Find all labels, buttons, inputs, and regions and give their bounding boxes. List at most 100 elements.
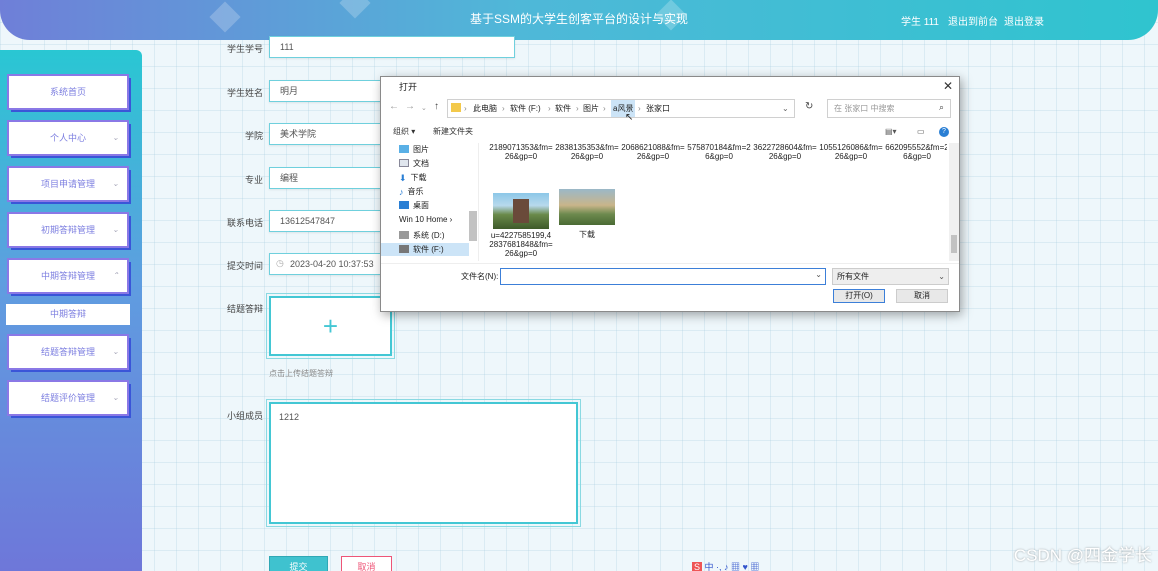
tree-item-label: 软件 (F:) bbox=[413, 245, 444, 254]
plus-icon: + bbox=[322, 311, 339, 341]
back-to-front-link[interactable]: 退出到前台 bbox=[948, 13, 998, 28]
chevron-right-icon: › bbox=[548, 104, 551, 113]
path-segment[interactable]: 图片 bbox=[583, 100, 599, 117]
drive-icon bbox=[399, 231, 409, 239]
organize-button[interactable]: 组织 ▾ bbox=[393, 123, 415, 141]
submit-time-value: 2023-04-20 10:37:53 bbox=[290, 259, 374, 269]
search-input[interactable]: 在 张家口 中搜索 bbox=[827, 99, 951, 118]
file-item[interactable]: 下载 bbox=[555, 230, 619, 239]
sidebar-item-home[interactable]: 系统首页 bbox=[7, 74, 129, 110]
sidebar-item-final-defense[interactable]: 结题答辩管理 ⌄ bbox=[7, 334, 129, 370]
chevron-down-icon[interactable]: ⌄ bbox=[782, 100, 789, 117]
file-list-scrollbar[interactable] bbox=[949, 143, 959, 261]
chevron-right-icon: › bbox=[638, 104, 641, 113]
tree-item-label: Win 10 Home › bbox=[399, 215, 453, 224]
pictures-icon bbox=[399, 145, 409, 153]
tree-item-drive-f[interactable]: 软件 (F:) bbox=[381, 243, 469, 256]
download-icon: ⬇ bbox=[399, 173, 407, 183]
filename-input[interactable]: ⌄ bbox=[500, 268, 826, 285]
cancel-button[interactable]: 取消 bbox=[341, 556, 392, 571]
path-segment[interactable]: 此电脑 bbox=[473, 100, 497, 117]
close-icon[interactable]: ✕ bbox=[943, 79, 953, 93]
student-no-label: 学生学号 bbox=[226, 44, 263, 54]
file-open-dialog: 打开 ✕ ← → ⌄ ↑ › 此电脑 › 软件 (F:) › 软件 › 图片 ›… bbox=[380, 76, 960, 312]
tree-item-label: 下载 bbox=[410, 173, 427, 182]
chevron-right-icon: › bbox=[464, 104, 467, 113]
file-list: 2189071353&fm=26&gp=0 2838135353&fm=26&g… bbox=[481, 143, 947, 261]
chevron-right-icon: › bbox=[576, 104, 579, 113]
sidebar-item-initial-defense[interactable]: 初期答辩管理 ⌄ bbox=[7, 212, 129, 248]
sidebar-item-label: 系统首页 bbox=[49, 87, 86, 97]
path-segment[interactable]: 软件 (F:) bbox=[510, 100, 541, 117]
back-icon[interactable]: ← bbox=[389, 101, 399, 112]
file-item[interactable]: 2068621088&fm=26&gp=0 bbox=[621, 143, 685, 161]
sidebar-item-label: 项目申请管理 bbox=[40, 179, 95, 189]
path-segment[interactable]: 张家口 bbox=[646, 100, 670, 117]
file-item[interactable]: 2838135353&fm=26&gp=0 bbox=[555, 143, 619, 161]
preview-pane-icon[interactable]: ▭ bbox=[917, 123, 925, 141]
file-item[interactable]: 662095552&fm=26&gp=0 bbox=[885, 143, 947, 161]
filetype-value: 所有文件 bbox=[837, 272, 869, 281]
tree-item-documents[interactable]: 文档 bbox=[399, 157, 429, 170]
file-item[interactable]: 3622728604&fm=26&gp=0 bbox=[753, 143, 817, 161]
chevron-down-icon[interactable]: ⌄ bbox=[421, 104, 427, 112]
tree-item-pictures[interactable]: 图片 bbox=[399, 143, 429, 156]
temple-shape bbox=[513, 199, 529, 223]
forward-icon[interactable]: → bbox=[405, 101, 415, 112]
address-bar[interactable]: › 此电脑 › 软件 (F:) › 软件 › 图片 › a风景 › 张家口 ⌄ bbox=[447, 99, 795, 118]
members-textarea[interactable]: 1212 bbox=[266, 399, 581, 527]
tree-item-label: 桌面 bbox=[413, 201, 429, 210]
open-button[interactable]: 打开(O) bbox=[833, 289, 885, 303]
refresh-icon[interactable]: ↻ bbox=[805, 101, 813, 112]
search-icon: ⌕ bbox=[939, 102, 945, 112]
submit-button[interactable]: 提交 bbox=[269, 556, 328, 571]
chevron-down-icon[interactable]: ⌄ bbox=[815, 270, 822, 279]
tree-item-music[interactable]: ♪ 音乐 bbox=[399, 185, 424, 198]
filetype-select[interactable]: 所有文件 ⌄ bbox=[832, 268, 949, 285]
tree-item-label: 音乐 bbox=[407, 187, 424, 196]
dialog-cancel-button[interactable]: 取消 bbox=[896, 289, 948, 303]
dialog-title: 打开 bbox=[381, 77, 959, 97]
sidebar-item-midterm-defense[interactable]: 中期答辩管理 ⌃ bbox=[7, 258, 129, 294]
folder-icon bbox=[451, 103, 461, 112]
new-folder-button[interactable]: 新建文件夹 bbox=[433, 123, 473, 141]
student-name-label: 学生姓名 bbox=[226, 88, 263, 98]
chevron-down-icon: ⌄ bbox=[112, 347, 119, 356]
sidebar-item-label: 初期答辩管理 bbox=[40, 225, 95, 235]
drive-icon bbox=[399, 245, 409, 253]
chevron-down-icon: ⌄ bbox=[938, 272, 945, 281]
sidebar-item-profile[interactable]: 个人中心 ⌄ bbox=[7, 120, 129, 156]
filename-label: 文件名(N): bbox=[461, 272, 499, 281]
sidebar-item-label: 结题答辩管理 bbox=[40, 347, 95, 357]
view-icon[interactable]: ▤▾ bbox=[885, 123, 897, 141]
file-item[interactable]: u=4227585199,42837681848&fm=26&gp=0 bbox=[489, 231, 553, 258]
image-thumbnail[interactable] bbox=[493, 193, 549, 229]
phone-label: 联系电话 bbox=[226, 218, 263, 228]
student-no-field[interactable]: 111 bbox=[269, 36, 515, 58]
tree-item-desktop[interactable]: 桌面 bbox=[399, 199, 429, 212]
sidebar-item-final-evaluation[interactable]: 结题评价管理 ⌄ bbox=[7, 380, 129, 416]
tree-item-downloads[interactable]: ⬇ 下载 bbox=[399, 171, 427, 184]
up-icon[interactable]: ↑ bbox=[434, 101, 439, 112]
logout-link[interactable]: 退出登录 bbox=[1004, 13, 1044, 28]
college-label: 学院 bbox=[244, 131, 263, 141]
document-icon bbox=[399, 159, 409, 167]
path-segment[interactable]: 软件 bbox=[555, 100, 571, 117]
tree-item-drive-d[interactable]: 系统 (D:) bbox=[399, 229, 445, 242]
sidebar-item-project[interactable]: 项目申请管理 ⌄ bbox=[7, 166, 129, 202]
chevron-down-icon: ⌄ bbox=[112, 179, 119, 188]
sidebar-subitem-midterm[interactable]: 中期答辩 bbox=[6, 304, 130, 325]
defense-upload[interactable]: + bbox=[266, 293, 395, 359]
scrollbar-thumb[interactable] bbox=[951, 235, 957, 253]
current-user: 学生 111 bbox=[901, 17, 939, 28]
tree-item-win10[interactable]: Win 10 Home › bbox=[399, 213, 452, 226]
image-thumbnail[interactable] bbox=[559, 189, 615, 225]
tree-item-label: 文档 bbox=[413, 159, 429, 168]
file-item[interactable]: 2189071353&fm=26&gp=0 bbox=[489, 143, 553, 161]
help-icon[interactable]: ? bbox=[939, 127, 949, 137]
file-item[interactable]: 575870184&fm=26&gp=0 bbox=[687, 143, 751, 161]
file-item[interactable]: 1055126086&fm=26&gp=0 bbox=[819, 143, 883, 161]
tree-scrollbar[interactable] bbox=[469, 211, 477, 241]
divider bbox=[381, 263, 959, 264]
tree-item-label: 系统 (D:) bbox=[413, 231, 445, 240]
